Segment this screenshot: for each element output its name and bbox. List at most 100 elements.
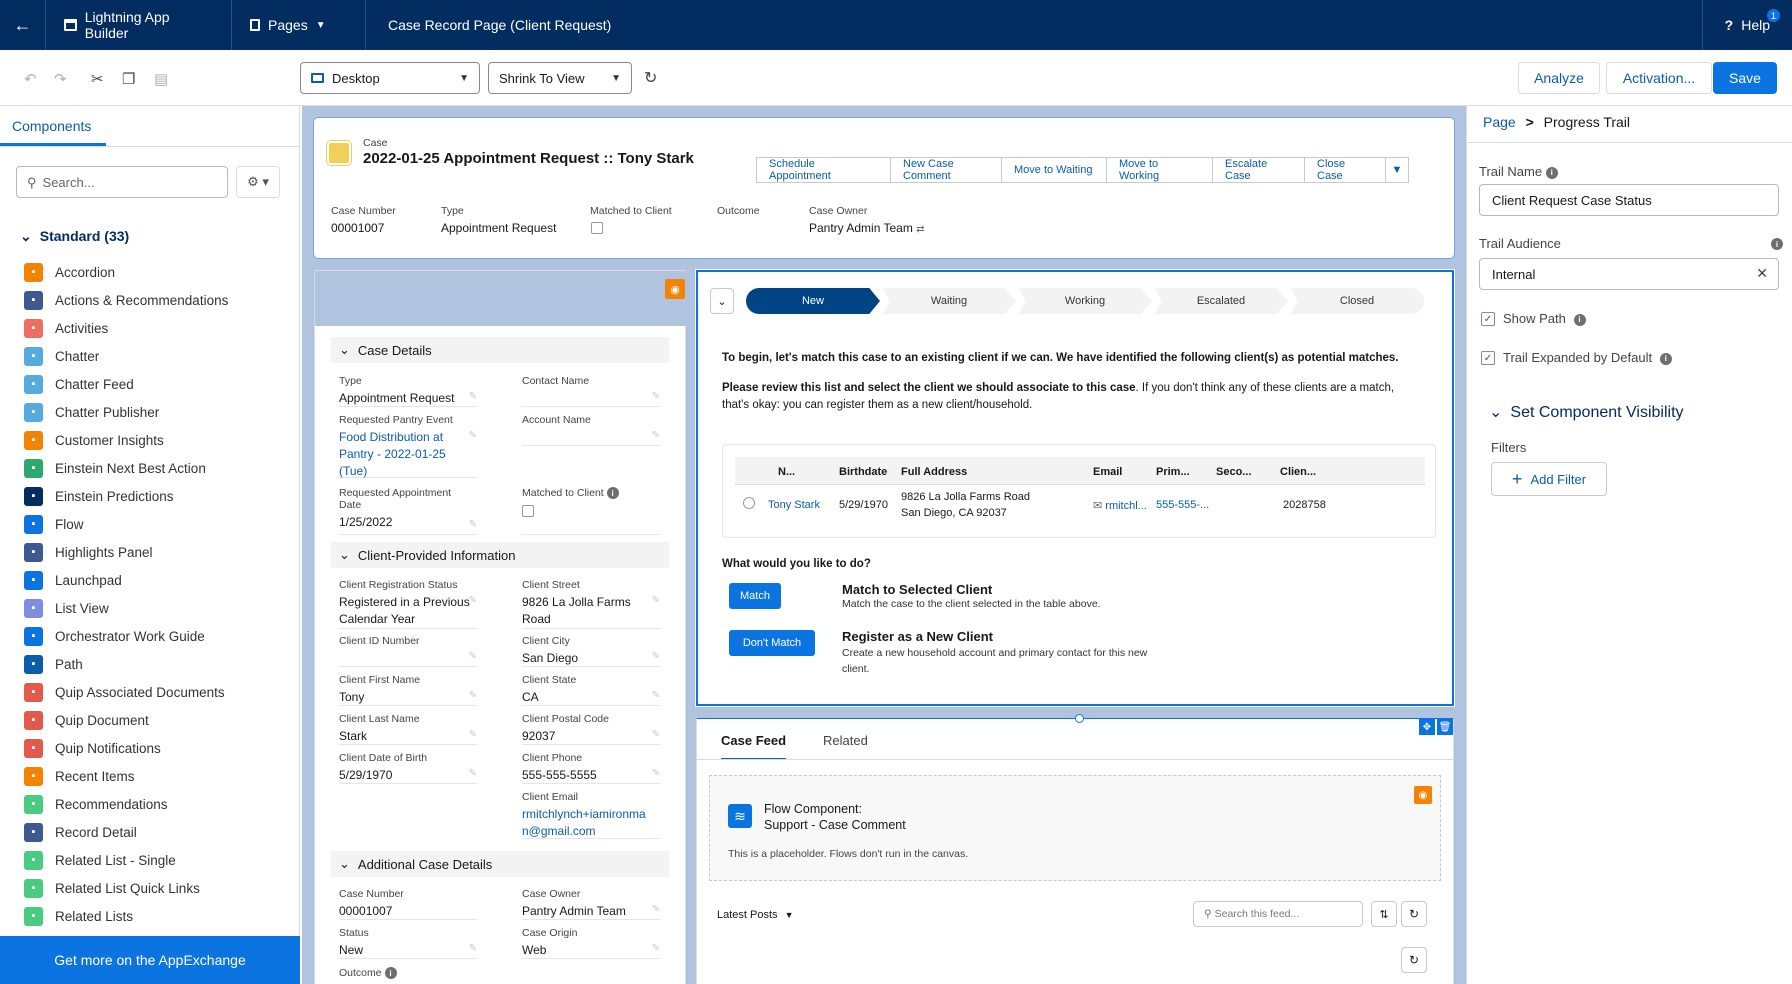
section-additional-details[interactable]: ⌄ Additional Case Details (331, 851, 669, 877)
match-name-link[interactable]: Tony Stark (768, 499, 820, 511)
path-toggle-button[interactable]: ⌄ (710, 288, 734, 314)
component-item[interactable]: ▪ Chatter Feed (24, 370, 294, 398)
help-button[interactable]: ? Help 1 (1701, 0, 1792, 50)
component-item[interactable]: ▪ Recommendations (24, 790, 294, 818)
component-item[interactable]: ▪ Accordion (24, 258, 294, 286)
latest-posts-menu[interactable]: Latest Posts ▼ (717, 909, 794, 921)
edit-icon[interactable]: ✎ (652, 430, 660, 441)
clear-icon[interactable]: ✕ (1756, 265, 1768, 282)
column-header[interactable]: N... (778, 466, 795, 478)
component-item[interactable]: ▪ Activities (24, 314, 294, 342)
delete-icon[interactable]: 🗑 (1437, 719, 1453, 735)
copy-icon[interactable]: ❐ (122, 70, 135, 88)
component-item[interactable]: ▪ Einstein Next Best Action (24, 454, 294, 482)
edit-icon[interactable]: ✎ (469, 943, 477, 954)
edit-icon[interactable]: ✎ (652, 651, 660, 662)
edit-icon[interactable]: ✎ (652, 690, 660, 701)
cut-icon[interactable]: ✂ (91, 70, 104, 88)
record-detail-panel[interactable]: ◉ ⌄ Case Details Type Appointment Request ✎… (314, 270, 687, 984)
dont-match-button[interactable]: Don't Match (729, 630, 815, 656)
analyze-button[interactable]: Analyze (1518, 62, 1600, 94)
match-button[interactable]: Match (729, 583, 781, 609)
filter-feed-button[interactable]: ⇅ (1371, 901, 1397, 927)
component-item[interactable]: ▪ Chatter Publisher (24, 398, 294, 426)
tab-case-feed[interactable]: Case Feed (721, 733, 787, 760)
schedule-appointment-button[interactable]: Schedule Appointment (756, 157, 891, 183)
path-step[interactable]: Waiting (882, 288, 1016, 314)
edit-icon[interactable]: ✎ (469, 595, 477, 606)
tab-related[interactable]: Related (823, 733, 868, 748)
component-item[interactable]: ▪ Related Lists (24, 902, 294, 930)
component-search-input[interactable]: ⚲ Search... (16, 166, 228, 198)
appexchange-link[interactable]: Get more on the AppExchange (0, 936, 300, 984)
trail-name-input[interactable]: Client Request Case Status (1479, 184, 1779, 216)
paste-icon[interactable]: ▤ (154, 70, 168, 88)
component-item[interactable]: ▪ Actions & Recommendations (24, 286, 294, 314)
show-path-checkbox[interactable]: ✓ (1481, 312, 1495, 326)
column-header[interactable]: Seco... (1216, 466, 1251, 478)
move-to-waiting-button[interactable]: Move to Waiting (1001, 157, 1107, 183)
edit-icon[interactable]: ✎ (652, 768, 660, 779)
component-item[interactable]: ▪ Quip Notifications (24, 734, 294, 762)
row-radio[interactable] (743, 497, 755, 509)
component-item[interactable]: ▪ Launchpad (24, 566, 294, 594)
edit-icon[interactable]: ✎ (469, 519, 477, 530)
activation-button[interactable]: Activation... (1606, 62, 1712, 94)
breadcrumb-page-link[interactable]: Page (1483, 114, 1516, 130)
edit-icon[interactable]: ✎ (469, 391, 477, 402)
edit-icon[interactable]: ✎ (469, 430, 477, 441)
column-header[interactable]: Clien... (1280, 466, 1316, 478)
column-header[interactable]: Full Address (901, 466, 967, 478)
component-item[interactable]: ▪ Flow (24, 510, 294, 538)
edit-icon[interactable]: ✎ (652, 729, 660, 740)
component-item[interactable]: ▪ Related List - Single (24, 846, 294, 874)
add-filter-button[interactable]: + Add Filter (1491, 462, 1607, 496)
new-case-comment-button[interactable]: New Case Comment (890, 157, 1002, 183)
match-phone-link[interactable]: 555-555-... (1156, 499, 1209, 511)
eye-icon[interactable]: ◉ (665, 279, 685, 299)
section-client-info[interactable]: ⌄ Client-Provided Information (331, 542, 669, 568)
component-item[interactable]: ▪ Related List Quick Links (24, 874, 294, 902)
visibility-section-header[interactable]: ⌄ Set Component Visibility (1489, 402, 1684, 422)
event-link[interactable]: Food Distribution at Pantry - 2022-01-25… (339, 429, 451, 480)
more-actions-button[interactable]: ▼ (1385, 157, 1409, 183)
edit-icon[interactable]: ✎ (652, 391, 660, 402)
edit-icon[interactable]: ✎ (469, 729, 477, 740)
edit-icon[interactable]: ✎ (652, 595, 660, 606)
feed-search-input[interactable]: ⚲ Search this feed... (1193, 901, 1363, 927)
highlights-panel[interactable]: Case 2022-01-25 Appointment Request :: T… (313, 117, 1455, 259)
path-step[interactable]: New (746, 288, 880, 314)
match-email-link[interactable]: rmitchl... (1105, 500, 1147, 512)
device-select[interactable]: Desktop ▼ (300, 62, 480, 94)
component-item[interactable]: ▪ Einstein Predictions (24, 482, 294, 510)
flow-placeholder[interactable]: ◉ ≋ Flow Component: Support - Case Comme… (709, 775, 1441, 881)
email-link[interactable]: rmitchlynch+iamironman@gmail.com (522, 806, 648, 840)
component-item[interactable]: ▪ Chatter (24, 342, 294, 370)
path-step[interactable]: Working (1018, 288, 1152, 314)
zoom-select[interactable]: Shrink To View ▼ (488, 62, 632, 94)
move-icon[interactable]: ✥ (1419, 719, 1435, 735)
match-email[interactable]: ✉ rmitchl... (1093, 499, 1147, 512)
trail-audience-combobox[interactable]: Internal ✕ (1479, 258, 1779, 290)
edit-icon[interactable]: ✎ (469, 768, 477, 779)
edit-icon[interactable]: ✎ (469, 690, 477, 701)
component-item[interactable]: ▪ Highlights Panel (24, 538, 294, 566)
component-item[interactable]: ▪ Customer Insights (24, 426, 294, 454)
settings-menu-button[interactable]: ⚙ ▾ (236, 166, 280, 198)
standard-section-header[interactable]: ⌄ Standard (33) (20, 228, 129, 245)
path-step[interactable]: Closed (1290, 288, 1424, 314)
section-case-details[interactable]: ⌄ Case Details (331, 337, 669, 363)
path-step[interactable]: Escalated (1154, 288, 1288, 314)
progress-trail-component[interactable]: ⌄ New Waiting Working Escalated Closed To be… (695, 269, 1455, 707)
undo-icon[interactable]: ↶ (24, 70, 37, 88)
edit-icon[interactable]: ✎ (469, 651, 477, 662)
component-item[interactable]: ▪ Orchestrator Work Guide (24, 622, 294, 650)
close-case-button[interactable]: Close Case (1304, 157, 1386, 183)
feed-tabs-component[interactable]: ✥ 🗑 Case Feed Related ◉ ≋ Flow Component… (696, 714, 1454, 984)
move-to-working-button[interactable]: Move to Working (1106, 157, 1213, 183)
refresh-button[interactable]: ↻ (1401, 947, 1427, 973)
edit-icon[interactable]: ✎ (652, 904, 660, 915)
component-item[interactable]: ▪ Quip Associated Documents (24, 678, 294, 706)
pages-menu[interactable]: Pages ▼ (232, 0, 366, 50)
component-item[interactable]: ▪ Record Detail (24, 818, 294, 846)
